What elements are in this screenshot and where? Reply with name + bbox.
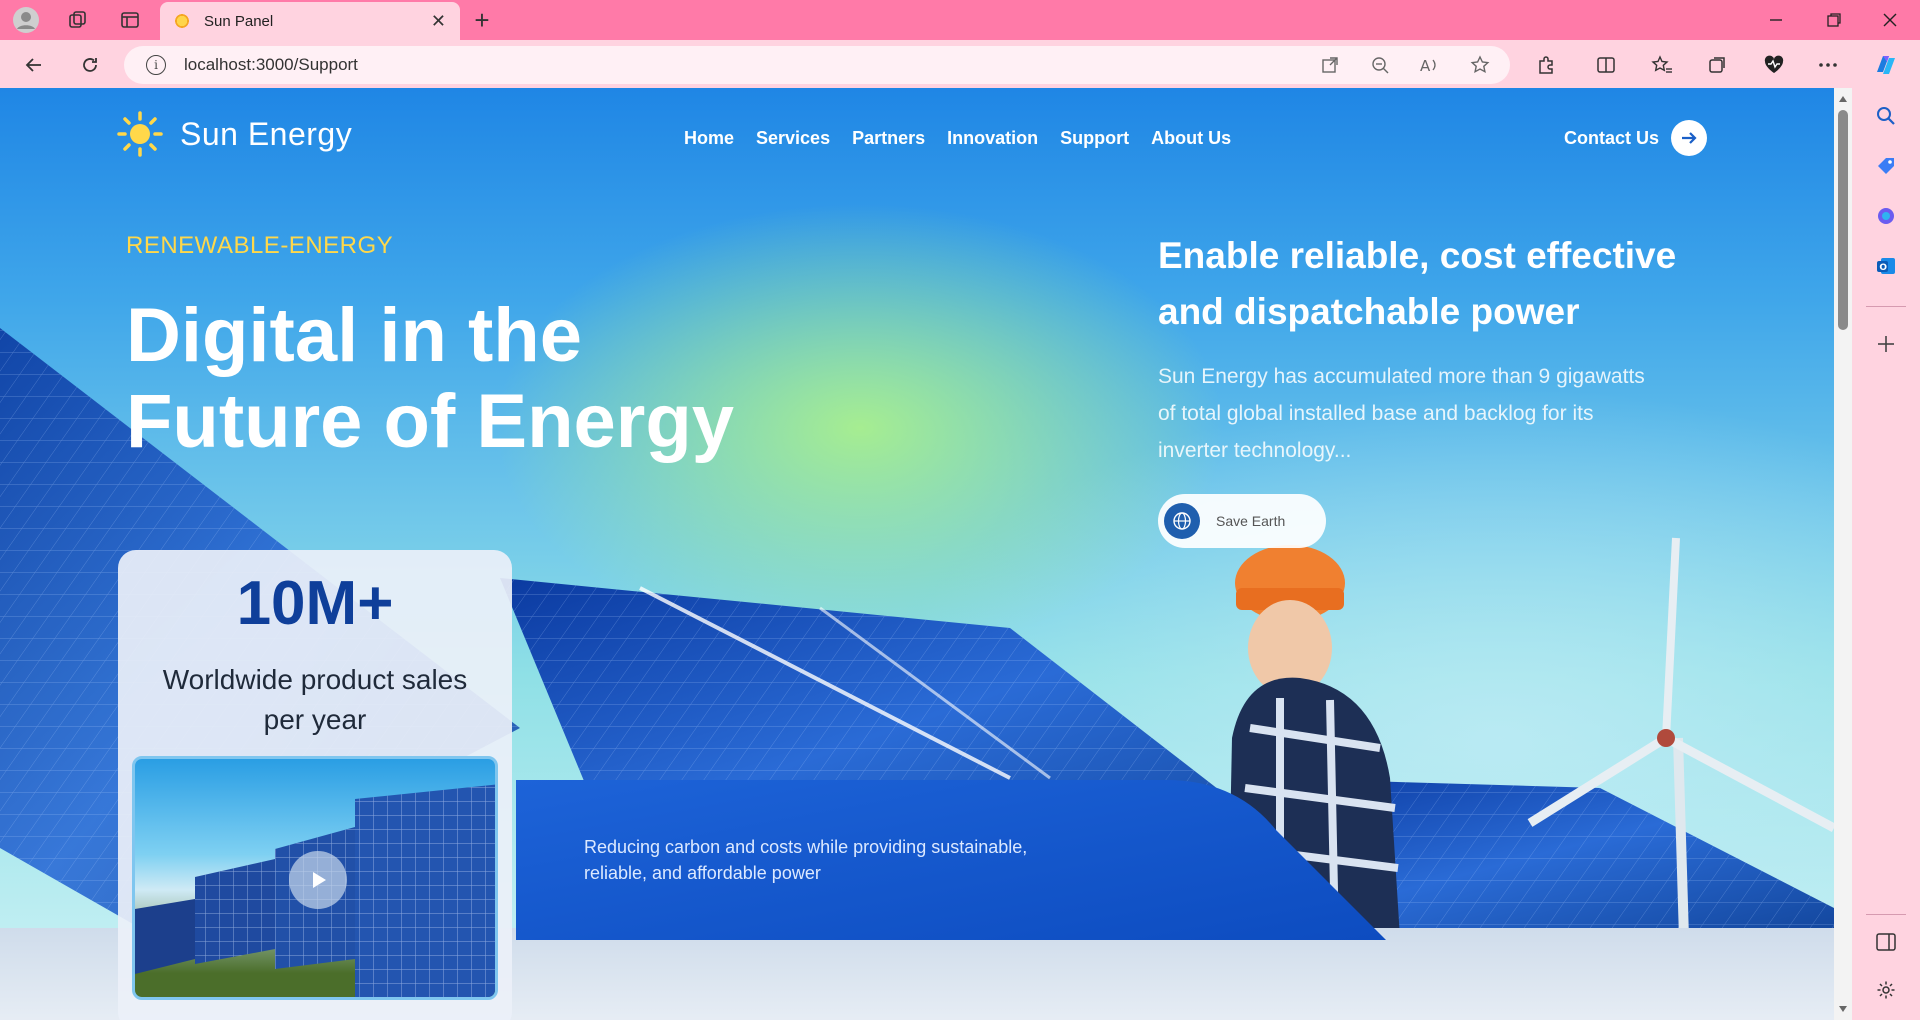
- brand-logo[interactable]: Sun Energy: [116, 110, 352, 158]
- collections-icon[interactable]: [1702, 50, 1734, 80]
- url-text: localhost:3000/Support: [184, 55, 358, 74]
- svg-text:O: O: [1879, 263, 1887, 273]
- favorite-star-icon[interactable]: [1464, 50, 1496, 80]
- favorites-icon[interactable]: [1646, 50, 1678, 80]
- save-earth-label: Save Earth: [1216, 513, 1286, 529]
- globe-icon: [1164, 503, 1200, 539]
- shopping-tag-icon[interactable]: [1870, 150, 1902, 182]
- site-info-icon[interactable]: i: [146, 55, 166, 75]
- page-viewport: Sun Energy Home Services Partners Innova…: [0, 88, 1834, 1020]
- extensions-icon[interactable]: [1530, 50, 1562, 80]
- refresh-icon[interactable]: [74, 50, 106, 80]
- nav-home[interactable]: Home: [684, 128, 734, 149]
- sun-icon: [116, 110, 164, 158]
- play-icon[interactable]: [289, 851, 347, 909]
- read-aloud-icon[interactable]: A: [1414, 50, 1446, 80]
- hero-headline: Digital in the Future of Energy: [126, 293, 735, 464]
- nav-about-us[interactable]: About Us: [1151, 128, 1231, 149]
- nav-services[interactable]: Services: [756, 128, 830, 149]
- profile-icon[interactable]: [10, 6, 42, 34]
- hero-description: Sun Energy has accumulated more than 9 g…: [1158, 365, 1645, 462]
- close-tab-icon[interactable]: ✕: [431, 11, 446, 32]
- stat-label: Worldwide product sales per year: [162, 664, 468, 735]
- minimize-icon[interactable]: [1756, 8, 1796, 32]
- browser-essentials-icon[interactable]: [1758, 50, 1790, 80]
- hero-subheadline: Enable reliable, cost effective and disp…: [1158, 235, 1677, 332]
- open-in-app-icon[interactable]: [1314, 50, 1346, 80]
- tab-actions-icon[interactable]: [114, 6, 146, 34]
- stat-number: 10M+: [236, 569, 394, 638]
- copilot-icon[interactable]: [1870, 50, 1902, 80]
- hero-eyebrow: RENEWABLE-ENERGY: [126, 232, 394, 259]
- copilot-sidebar-icon[interactable]: [1870, 200, 1902, 232]
- close-window-icon[interactable]: [1870, 8, 1910, 32]
- nav-partners[interactable]: Partners: [852, 128, 925, 149]
- settings-gear-icon[interactable]: [1870, 974, 1902, 1006]
- nav-support[interactable]: Support: [1060, 128, 1129, 149]
- scrollbar-thumb[interactable]: [1838, 110, 1848, 330]
- sun-favicon-icon: [174, 13, 190, 29]
- edge-sidebar: O: [1852, 88, 1920, 1020]
- workspaces-icon[interactable]: [62, 6, 94, 34]
- nav-innovation[interactable]: Innovation: [947, 128, 1038, 149]
- contact-us-label: Contact Us: [1564, 127, 1660, 148]
- add-sidebar-app-icon[interactable]: [1870, 328, 1902, 360]
- stat-card: 10M+ Worldwide product sales per year: [118, 550, 512, 1020]
- browser-titlebar: Sun Panel ✕ +: [0, 0, 1920, 40]
- restore-icon[interactable]: [1814, 8, 1854, 32]
- tab-active[interactable]: Sun Panel ✕: [160, 2, 460, 40]
- zoom-out-icon[interactable]: [1364, 50, 1396, 80]
- brand-name: Sun Energy: [180, 115, 353, 152]
- split-screen-icon[interactable]: [1590, 50, 1622, 80]
- hide-sidebar-icon[interactable]: [1870, 926, 1902, 958]
- arrow-right-icon: [1671, 120, 1708, 156]
- back-icon[interactable]: [18, 50, 50, 80]
- more-options-icon[interactable]: [1812, 50, 1844, 80]
- tab-title: Sun Panel: [204, 12, 274, 30]
- main-nav: Home Services Partners Innovation Suppor…: [684, 128, 1231, 149]
- contact-us-button[interactable]: Contact Us: [1564, 120, 1708, 156]
- new-tab-button[interactable]: +: [466, 5, 498, 35]
- search-icon[interactable]: [1870, 100, 1902, 132]
- banner-text: Reducing carbon and costs while providin…: [584, 837, 1028, 883]
- video-thumbnail[interactable]: [132, 756, 498, 1000]
- outlook-icon[interactable]: O: [1870, 250, 1902, 282]
- svg-text:A: A: [1420, 57, 1431, 74]
- address-bar[interactable]: i localhost:3000/Support: [124, 46, 1510, 84]
- save-earth-button[interactable]: Save Earth: [1158, 494, 1326, 548]
